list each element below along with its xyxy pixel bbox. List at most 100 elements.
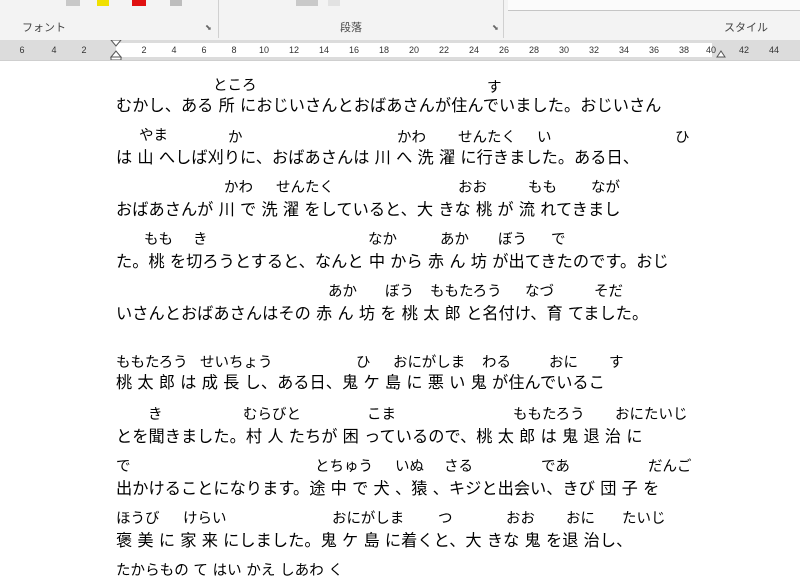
paragraph-shading-button[interactable] <box>296 0 318 6</box>
ruby-text: き <box>148 407 163 423</box>
ruby-text: おに <box>566 511 595 527</box>
ruby-text: いぬ <box>395 459 424 475</box>
document-line: 出かけることになります。途 中 で 犬 、猿 、キジと出会い、きび 団 子 を <box>116 479 660 498</box>
document-line: とを聞きました。村 人 たちが 困 っているので、桃 太 郎 は 鬼 退 治 に <box>116 427 643 446</box>
ruby-text: おにがしま <box>393 355 466 371</box>
ruler-tick: 6 <box>19 45 25 55</box>
document-line: 桃 太 郎 は 成 長 し、ある日、鬼 ケ 島 に 悪 い 鬼 が住んでいるこ <box>116 373 605 392</box>
ruby-text: なか <box>368 232 397 248</box>
ruby-text: ももたろう <box>513 407 585 423</box>
ruby-text: せんたく <box>276 180 334 196</box>
font-dialog-launcher-icon[interactable]: ⬊ <box>205 24 213 32</box>
paragraph-group-label: 段落 <box>340 22 362 34</box>
ruler-tick: 36 <box>648 45 659 55</box>
ruby-text: さる <box>444 459 473 475</box>
ruby-text: けらい <box>183 511 227 527</box>
ruby-text: つ <box>438 511 453 527</box>
ruler-tick: 30 <box>558 45 569 55</box>
ruby-text: なが <box>591 180 620 196</box>
ruby-text: か <box>228 130 243 146</box>
ruby-text: で <box>116 459 131 475</box>
ruby-text: むらびと <box>243 407 301 423</box>
ruler-tick: 12 <box>288 45 299 55</box>
document-line: は 山 へしば刈りに、おばあさんは 川 へ 洗 濯 に行きました。ある日、 <box>116 148 640 167</box>
group-divider <box>503 0 504 38</box>
ruby-text: ぼう <box>385 284 414 300</box>
ruler-tick: 4 <box>171 45 177 55</box>
font-size-button[interactable] <box>66 0 80 6</box>
ruby-text: そだ <box>594 284 623 300</box>
ruler-tick: 2 <box>81 45 87 55</box>
right-indent-marker-icon[interactable] <box>716 48 726 58</box>
ruby-text: だんご <box>648 459 692 475</box>
document-line: むかし、ある 所 におじいさんとおばあさんが住んでいました。おじいさん <box>116 96 662 115</box>
ruby-text: ももたろう <box>430 284 502 300</box>
ruby-text: い <box>537 130 552 146</box>
ruby-text: もも <box>528 180 557 196</box>
ruby-text: き <box>193 232 208 248</box>
font-color-button[interactable] <box>132 0 146 6</box>
borders-button[interactable] <box>328 0 340 6</box>
char-shading-button[interactable] <box>170 0 182 6</box>
ruby-text: せんたく <box>458 130 516 146</box>
ruby-text: ももたろう <box>116 355 188 371</box>
ruby-text: なづ <box>525 284 554 300</box>
ruler-tick: 32 <box>588 45 599 55</box>
ruler-tick: 44 <box>768 45 779 55</box>
ruler-tick: 42 <box>738 45 749 55</box>
ruler-tick: 38 <box>678 45 689 55</box>
ruby-text: あか <box>440 232 469 248</box>
ruler-tick: 16 <box>348 45 359 55</box>
paragraph-dialog-launcher-icon[interactable]: ⬊ <box>492 24 500 32</box>
document-line-partial: たからもの て はい かえ しあわ く <box>116 563 343 579</box>
ruby-text: す <box>487 80 502 96</box>
ruler-tick: 26 <box>498 45 509 55</box>
document-line: おばあさんが 川 で 洗 濯 をしていると、大 きな 桃 が 流 れてきまし <box>116 200 621 219</box>
ruler-tick: 14 <box>318 45 329 55</box>
ruler-tick: 22 <box>438 45 449 55</box>
ruler-tick: 2 <box>141 45 147 55</box>
ruby-text: たいじ <box>622 511 666 527</box>
ruby-text: ひ <box>675 130 690 146</box>
ruler-tick: 34 <box>618 45 629 55</box>
group-divider <box>218 0 219 38</box>
ruby-text: ぼう <box>498 232 527 248</box>
ruler-tick: 8 <box>231 45 237 55</box>
ruler-tick: 18 <box>378 45 389 55</box>
highlight-color-button[interactable] <box>97 0 109 6</box>
ruby-text: おお <box>458 180 487 196</box>
document-line: 褒 美 に 家 来 にしました。鬼 ケ 島 に着くと、大 きな 鬼 を退 治し、 <box>116 531 633 550</box>
ruby-text: やま <box>139 128 168 144</box>
ruby-text: ほうび <box>116 511 160 527</box>
ruby-text: で <box>551 232 566 248</box>
style-gallery[interactable] <box>508 0 800 11</box>
ruby-text: かわ <box>224 180 253 196</box>
ruler-tick: 20 <box>408 45 419 55</box>
ruby-text: とちゅう <box>315 459 373 475</box>
ruby-text: わる <box>482 355 511 371</box>
ruby-text: せいちょう <box>200 355 273 371</box>
styles-group-label: スタイル <box>724 22 768 34</box>
ruler-tick: 6 <box>201 45 207 55</box>
ribbon: フォント ⬊ 段落 ⬊ スタイル <box>0 0 800 41</box>
ruler-tick: 10 <box>258 45 269 55</box>
ruby-text: ところ <box>213 78 257 94</box>
ruby-text: おに <box>549 355 578 371</box>
ruby-text: す <box>609 355 624 371</box>
left-indent-marker-icon[interactable] <box>110 40 122 60</box>
ruler-tick: 28 <box>528 45 539 55</box>
ruby-text: こま <box>367 407 396 423</box>
document-line: いさんとおばあさんはその 赤 ん 坊 を 桃 太 郎 と名付け、育 てました。 <box>116 304 649 323</box>
ruler-tick: 4 <box>51 45 57 55</box>
horizontal-ruler[interactable]: 6 4 2 2 4 6 8 10 12 14 16 18 20 22 24 26… <box>0 40 800 61</box>
ruby-text: であ <box>541 459 570 475</box>
ruby-text: ひ <box>356 355 371 371</box>
document-body[interactable]: ところ す むかし、ある 所 におじいさんとおばあさんが住んでいました。おじいさ… <box>0 61 800 579</box>
ruler-tick: 24 <box>468 45 479 55</box>
ruby-text: おにがしま <box>332 511 405 527</box>
ruby-text: もも <box>144 232 173 248</box>
ruby-text: おお <box>506 511 535 527</box>
document-line: た。桃 を切ろうとすると、なんと 中 から 赤 ん 坊 が出てきたのです。おじ <box>116 252 669 271</box>
ruby-text: あか <box>328 284 357 300</box>
font-group-label: フォント <box>22 22 66 34</box>
